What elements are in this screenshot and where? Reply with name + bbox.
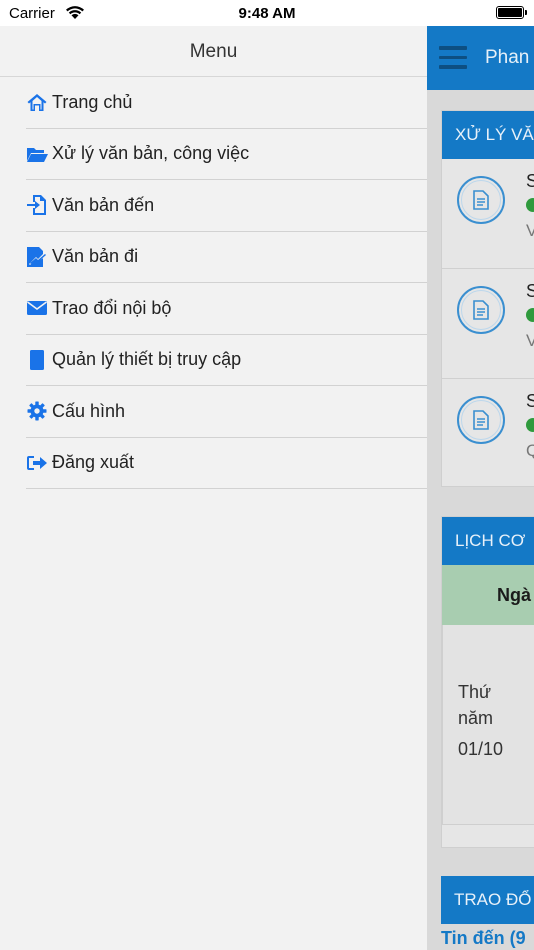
- status-bar: Carrier 9:48 AM: [0, 0, 534, 26]
- document-icon: [457, 286, 505, 334]
- document-icon: [457, 396, 505, 444]
- incoming-messages-link[interactable]: Tin đến (9: [441, 928, 526, 949]
- menu-item-label: Đăng xuất: [52, 452, 135, 473]
- item-title: S: [526, 171, 534, 191]
- app-header: Phan: [427, 26, 534, 90]
- item-subtitle: V: [526, 331, 534, 350]
- menu-item-device-management[interactable]: Quản lý thiết bị truy cập: [26, 335, 427, 386]
- gear-icon: [26, 400, 48, 422]
- clock: 9:48 AM: [238, 5, 296, 22]
- day-label: Thứ năm: [458, 682, 494, 728]
- menu-item-label: Trang chủ: [52, 91, 133, 112]
- device-icon: [26, 349, 48, 371]
- main-app-content: Phan XỬ LÝ VĂ S V S V S Q LỊCH CƠ Ngà Th…: [427, 26, 534, 950]
- menu-title: Menu: [0, 26, 427, 77]
- menu-item-label: Cấu hình: [52, 400, 126, 421]
- status-dot: [526, 308, 534, 322]
- status-dot: [526, 198, 534, 212]
- hamburger-menu-icon[interactable]: [439, 46, 467, 72]
- menu-item-incoming[interactable]: Văn bản đến: [26, 180, 427, 232]
- menu-item-outgoing[interactable]: Văn bản đi: [26, 232, 427, 283]
- item-title: S: [526, 391, 534, 411]
- envelope-icon: [26, 297, 48, 319]
- exchange-card-header: TRAO ĐỔ: [441, 876, 534, 924]
- menu-item-internal-exchange[interactable]: Trao đổi nội bộ: [26, 283, 427, 335]
- status-dot: [526, 418, 534, 432]
- menu-list: Trang chủ Xử lý văn bản, công việc Văn b…: [26, 77, 427, 489]
- outgoing-document-icon: [26, 246, 48, 268]
- menu-item-processing[interactable]: Xử lý văn bản, công việc: [26, 129, 427, 180]
- item-subtitle: V: [526, 221, 534, 240]
- list-item[interactable]: S V: [442, 159, 534, 269]
- menu-item-label: Văn bản đến: [52, 194, 155, 215]
- menu-item-label: Xử lý văn bản, công việc: [52, 143, 250, 164]
- menu-item-settings[interactable]: Cấu hình: [26, 386, 427, 438]
- menu-item-label: Quản lý thiết bị truy cập: [52, 349, 242, 370]
- menu-item-label: Trao đổi nội bộ: [52, 297, 172, 318]
- processing-card-header: XỬ LÝ VĂ: [442, 111, 534, 159]
- menu-item-home[interactable]: Trang chủ: [26, 77, 427, 129]
- list-item[interactable]: S Q: [442, 379, 534, 489]
- app-title: Phan: [485, 47, 530, 68]
- schedule-card-header: LỊCH CƠ: [442, 517, 534, 565]
- schedule-card: LỊCH CƠ Ngà Thứ năm 01/10: [441, 516, 534, 848]
- battery-icon: [496, 6, 527, 19]
- sign-out-icon: [26, 452, 48, 474]
- list-item[interactable]: S V: [442, 269, 534, 379]
- schedule-column-header: Ngà: [442, 565, 534, 625]
- menu-item-label: Văn bản đi: [52, 246, 139, 267]
- item-subtitle: Q: [526, 441, 534, 460]
- menu-item-logout[interactable]: Đăng xuất: [26, 438, 427, 489]
- side-menu: Menu Trang chủ Xử lý văn bản, công việc …: [0, 26, 427, 950]
- home-icon: [26, 91, 48, 113]
- item-title: S: [526, 281, 534, 301]
- date-label: 01/10: [458, 739, 504, 759]
- incoming-document-icon: [26, 194, 48, 216]
- document-icon: [457, 176, 505, 224]
- schedule-day-cell: Thứ năm 01/10: [442, 625, 534, 825]
- folder-open-icon: [26, 143, 48, 165]
- processing-card: XỬ LÝ VĂ S V S V S Q: [441, 110, 534, 487]
